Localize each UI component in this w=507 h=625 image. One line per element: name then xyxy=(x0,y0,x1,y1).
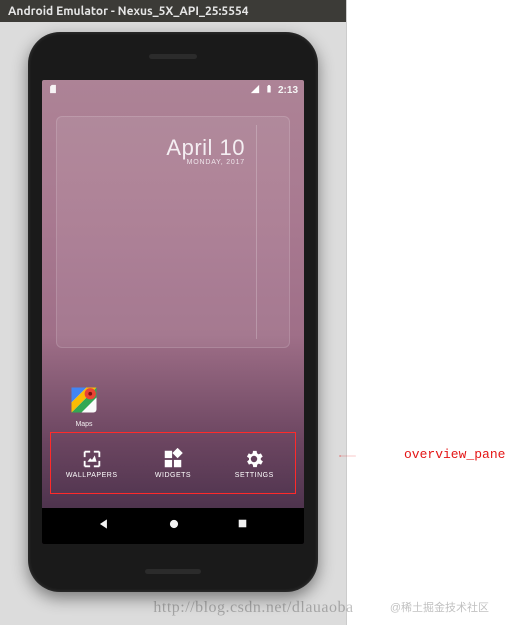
sim-icon xyxy=(48,84,58,97)
overview-panel: WALLPAPERS WIDGETS SETTINGS xyxy=(50,432,296,494)
status-bar: 2:13 xyxy=(42,80,304,100)
maps-icon xyxy=(69,385,99,415)
app-icon-maps[interactable]: Maps xyxy=(64,385,104,429)
device-screen[interactable]: 2:13 April 10 MONDAY, 2017 xyxy=(42,80,304,544)
settings-button[interactable]: SETTINGS xyxy=(224,448,284,479)
battery-icon xyxy=(265,83,273,97)
widgets-button[interactable]: WIDGETS xyxy=(143,448,203,479)
widgets-icon xyxy=(162,448,184,470)
date-small: MONDAY, 2017 xyxy=(166,159,245,166)
widget-divider xyxy=(256,125,257,339)
widget-preview-area[interactable]: April 10 MONDAY, 2017 xyxy=(56,116,290,348)
square-recents-icon xyxy=(236,517,249,530)
nav-bar xyxy=(42,508,304,544)
window-title: Android Emulator - Nexus_5X_API_25:5554 xyxy=(8,5,249,18)
emulator-window: Android Emulator - Nexus_5X_API_25:5554 … xyxy=(0,0,347,625)
wallpapers-icon xyxy=(81,448,103,470)
titlebar: Android Emulator - Nexus_5X_API_25:5554 xyxy=(0,0,346,22)
watermark-badge: @稀土掘金技术社区 xyxy=(390,599,489,615)
circle-home-icon xyxy=(167,517,181,531)
date-large: April 10 xyxy=(166,135,245,161)
home-button[interactable] xyxy=(167,517,181,536)
annotation-arrow xyxy=(292,455,402,457)
signal-icon xyxy=(250,84,260,97)
wallpapers-label: WALLPAPERS xyxy=(66,472,118,479)
wallpapers-button[interactable]: WALLPAPERS xyxy=(62,448,122,479)
back-button[interactable] xyxy=(97,517,111,536)
triangle-back-icon xyxy=(97,517,111,531)
clock-widget[interactable]: April 10 MONDAY, 2017 xyxy=(166,135,245,166)
widgets-label: WIDGETS xyxy=(155,472,191,479)
recents-button[interactable] xyxy=(236,517,249,535)
clock-text: 2:13 xyxy=(278,85,298,96)
settings-label: SETTINGS xyxy=(235,472,274,479)
annotation-label: overview_panel xyxy=(404,447,507,462)
app-label-maps: Maps xyxy=(64,421,104,428)
gear-icon xyxy=(243,448,265,470)
device-frame: 2:13 April 10 MONDAY, 2017 xyxy=(28,32,318,592)
